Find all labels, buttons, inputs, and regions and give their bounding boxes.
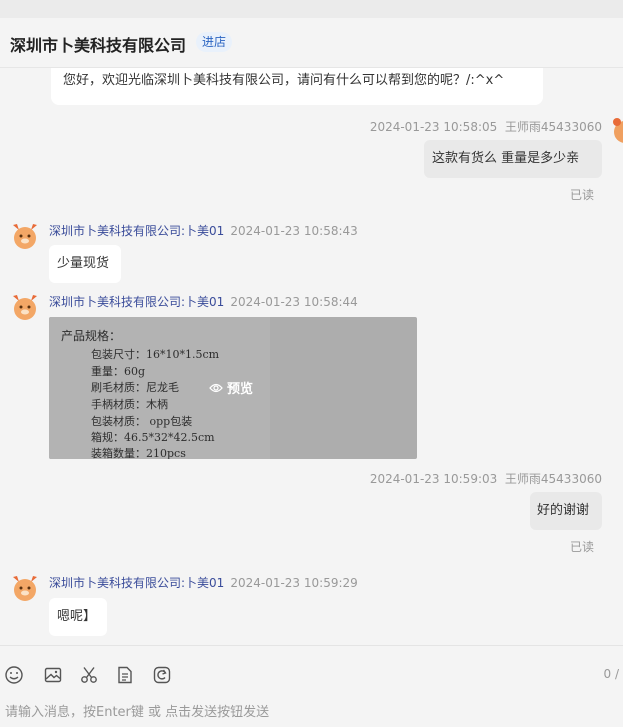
document-icon[interactable] [115,665,135,685]
message-text: 好的谢谢 [537,503,590,518]
spec-line: 包装尺寸：16*10*1.5cm [91,348,220,361]
shop-name: 深圳市卜美科技有限公司 [10,36,187,55]
message-meta: 深圳市卜美科技有限公司:卜美01 2024-01-23 10:58:43 [49,222,358,239]
spec-line: 装箱数量：210pcs [91,447,186,459]
welcome-message: 您好，欢迎光临深圳卜美科技有限公司，请问有什么可以帮到您的呢？/:^x^ [51,68,543,105]
agent-name[interactable]: 深圳市卜美科技有限公司:卜美01 [49,295,224,309]
message-time: 2024-01-23 10:59:03 [369,472,498,486]
message-text: 这款有货么 重量是多少亲 [432,151,580,166]
message-text: 嗯呢】 [57,609,97,624]
spec-line: 手柄材质：木柄 [91,398,168,411]
outgoing-message: 这款有货么 重量是多少亲 [424,140,602,178]
enter-store-button[interactable]: 进店 [196,32,233,52]
scissors-icon[interactable] [79,665,99,685]
message-text: 少量现货 [57,256,110,271]
message-input[interactable]: 请输入消息，按Enter键 或 点击发送按钮发送 [5,701,269,720]
refresh-icon[interactable] [152,665,172,685]
spec-line: 包装材质： opp包装 [91,415,193,428]
preview-label: 预览 [227,382,254,397]
agent-avatar [13,576,37,601]
agent-name[interactable]: 深圳市卜美科技有限公司:卜美01 [49,576,224,590]
message-time: 2024-01-23 10:59:29 [230,576,358,590]
image-icon[interactable] [43,665,63,685]
message-sender: 王师雨45433060 [504,472,602,486]
spec-title: 产品规格： [61,329,122,343]
chat-header: 深圳市卜美科技有限公司 进店 [0,18,623,68]
spec-line: 重量：60g [91,365,146,378]
agent-avatar [13,295,37,320]
eye-icon [209,383,223,392]
spec-line: 箱规：46.5*32*42.5cm [91,431,215,444]
message-time: 2024-01-23 10:58:43 [230,224,358,238]
read-status: 已读 [569,188,594,202]
agent-name[interactable]: 深圳市卜美科技有限公司:卜美01 [49,224,224,238]
incoming-message: 嗯呢】 [49,598,107,636]
message-meta: 2024-01-23 10:59:03 王师雨45433060 [370,470,602,487]
message-meta: 深圳市卜美科技有限公司:卜美01 2024-01-23 10:58:44 [49,293,358,310]
message-sender: 王师雨45433060 [504,120,602,134]
image-message[interactable]: 产品规格： 包装尺寸：16*10*1.5cm 重量：60g 刷毛材质：尼龙毛 手… [49,317,417,459]
agent-avatar [13,224,37,249]
user-avatar [613,118,623,143]
preview-button[interactable]: 预览 [209,378,253,397]
window-top-strip [0,0,623,18]
emoji-icon[interactable] [4,665,24,685]
welcome-text: 您好，欢迎光临深圳卜美科技有限公司，请问有什么可以帮到您的呢？/:^x^ [63,73,505,88]
message-meta: 2024-01-23 10:58:05 王师雨45433060 [370,118,602,135]
message-meta: 深圳市卜美科技有限公司:卜美01 2024-01-23 10:59:29 [49,574,358,591]
message-list[interactable]: 您好，欢迎光临深圳卜美科技有限公司，请问有什么可以帮到您的呢？/:^x^ 202… [0,68,623,645]
outgoing-message: 好的谢谢 [530,492,602,530]
message-time: 2024-01-23 10:58:44 [230,295,358,309]
composer: 0 / 请输入消息，按Enter键 或 点击发送按钮发送 [0,645,623,727]
spec-line: 刷毛材质：尼龙毛 [91,381,179,394]
read-status: 已读 [569,540,594,554]
message-time: 2024-01-23 10:58:05 [369,120,498,134]
character-counter: 0 / [603,667,620,681]
incoming-message: 少量现货 [49,245,121,283]
